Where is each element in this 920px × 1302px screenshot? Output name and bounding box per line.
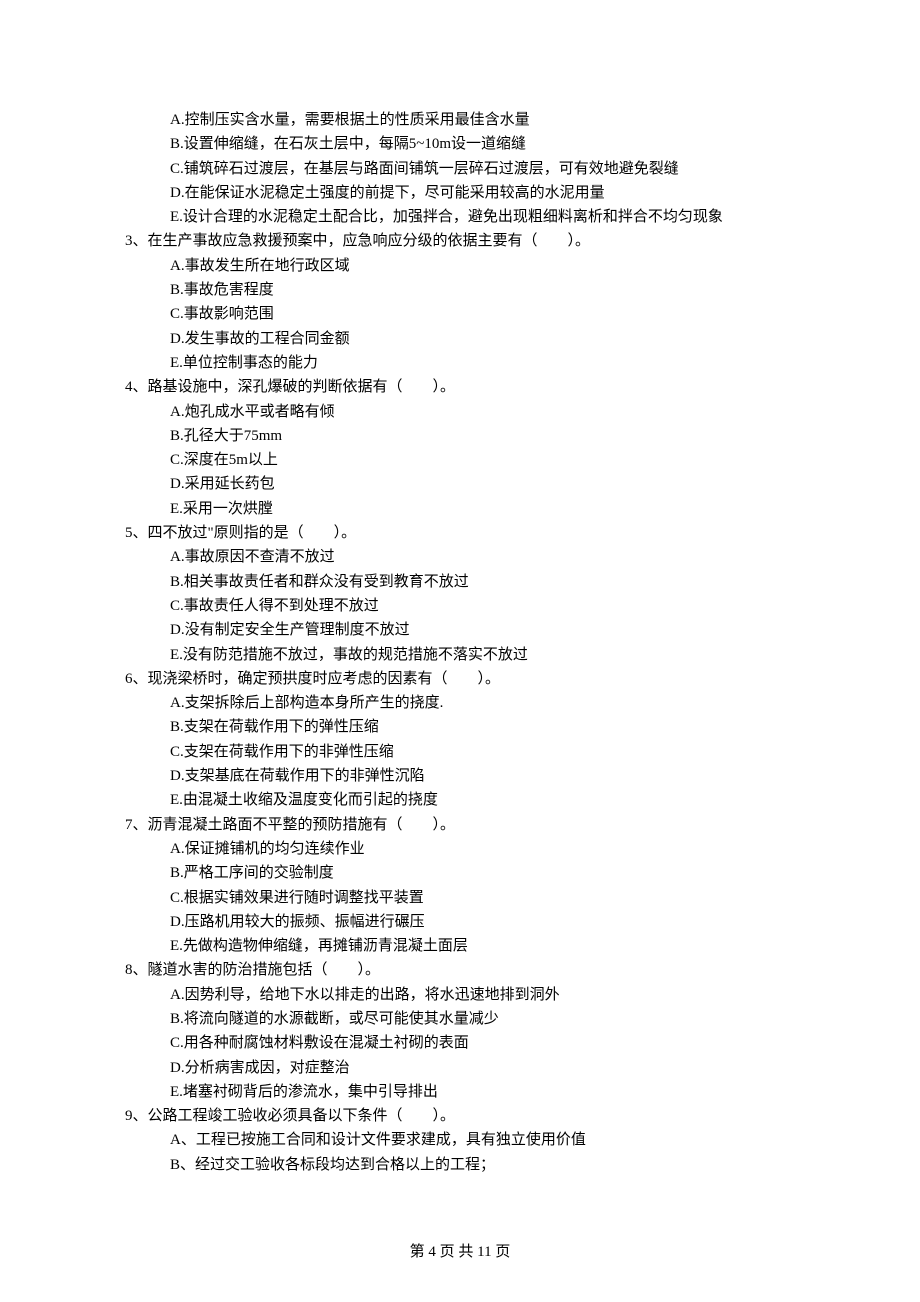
option-item: C.深度在5m以上 — [125, 448, 810, 472]
question-stem: 7、沥青混凝土路面不平整的预防措施有（ ）。 — [125, 813, 810, 837]
question-stem: 6、现浇梁桥时，确定预拱度时应考虑的因素有（ ）。 — [125, 667, 810, 691]
option-item: B、经过交工验收各标段均达到合格以上的工程； — [125, 1153, 810, 1177]
question-stem: 8、隧道水害的防治措施包括（ ）。 — [125, 958, 810, 982]
option-item: D.在能保证水泥稳定土强度的前提下，尽可能采用较高的水泥用量 — [125, 181, 810, 205]
option-item: B.严格工序间的交验制度 — [125, 861, 810, 885]
option-item: E.先做构造物伸缩缝，再摊铺沥青混凝土面层 — [125, 934, 810, 958]
option-item: C.用各种耐腐蚀材料敷设在混凝土衬砌的表面 — [125, 1031, 810, 1055]
question-stem: 3、在生产事故应急救援预案中，应急响应分级的依据主要有（ ）。 — [125, 229, 810, 253]
question-6: 6、现浇梁桥时，确定预拱度时应考虑的因素有（ ）。 A.支架拆除后上部构造本身所… — [125, 667, 810, 813]
question-5: 5、四不放过"原则指的是（ ）。 A.事故原因不查清不放过 B.相关事故责任者和… — [125, 521, 810, 667]
page-content: A.控制压实含水量，需要根据土的性质采用最佳含水量 B.设置伸缩缝，在石灰土层中… — [0, 0, 920, 1302]
option-item: D.压路机用较大的振频、振幅进行碾压 — [125, 910, 810, 934]
question-9: 9、公路工程竣工验收必须具备以下条件（ ）。 A、工程已按施工合同和设计文件要求… — [125, 1104, 810, 1177]
option-item: E.堵塞衬砌背后的渗流水，集中引导排出 — [125, 1080, 810, 1104]
option-item: A、工程已按施工合同和设计文件要求建成，具有独立使用价值 — [125, 1128, 810, 1152]
option-item: A.事故原因不查清不放过 — [125, 545, 810, 569]
question-4: 4、路基设施中，深孔爆破的判断依据有（ ）。 A.炮孔成水平或者略有倾 B.孔径… — [125, 375, 810, 521]
option-item: B.事故危害程度 — [125, 278, 810, 302]
option-item: E.没有防范措施不放过，事故的规范措施不落实不放过 — [125, 643, 810, 667]
option-item: D.支架基底在荷载作用下的非弹性沉陷 — [125, 764, 810, 788]
option-item: B.支架在荷载作用下的弹性压缩 — [125, 715, 810, 739]
page-footer: 第 4 页 共 11 页 — [0, 1240, 920, 1264]
question-8: 8、隧道水害的防治措施包括（ ）。 A.因势利导，给地下水以排走的出路，将水迅速… — [125, 958, 810, 1104]
option-item: C.铺筑碎石过渡层，在基层与路面间铺筑一层碎石过渡层，可有效地避免裂缝 — [125, 157, 810, 181]
option-item: C.支架在荷载作用下的非弹性压缩 — [125, 740, 810, 764]
option-item: A.支架拆除后上部构造本身所产生的挠度. — [125, 691, 810, 715]
question-stem: 9、公路工程竣工验收必须具备以下条件（ ）。 — [125, 1104, 810, 1128]
option-item: D.发生事故的工程合同金额 — [125, 327, 810, 351]
option-item: A.因势利导，给地下水以排走的出路，将水迅速地排到洞外 — [125, 983, 810, 1007]
option-item: E.采用一次烘膛 — [125, 497, 810, 521]
option-item: D.没有制定安全生产管理制度不放过 — [125, 618, 810, 642]
option-item: D.分析病害成因，对症整治 — [125, 1056, 810, 1080]
option-item: B.将流向隧道的水源截断，或尽可能使其水量减少 — [125, 1007, 810, 1031]
option-item: A.事故发生所在地行政区域 — [125, 254, 810, 278]
option-item: E.由混凝土收缩及温度变化而引起的挠度 — [125, 788, 810, 812]
option-item: A.保证摊铺机的均匀连续作业 — [125, 837, 810, 861]
option-item: A.控制压实含水量，需要根据土的性质采用最佳含水量 — [125, 108, 810, 132]
option-item: A.炮孔成水平或者略有倾 — [125, 400, 810, 424]
question-7: 7、沥青混凝土路面不平整的预防措施有（ ）。 A.保证摊铺机的均匀连续作业 B.… — [125, 813, 810, 959]
option-item: B.相关事故责任者和群众没有受到教育不放过 — [125, 570, 810, 594]
option-item: C.根据实铺效果进行随时调整找平装置 — [125, 886, 810, 910]
option-item: E.设计合理的水泥稳定土配合比，加强拌合，避免出现粗细料离析和拌合不均匀现象 — [125, 205, 810, 229]
option-item: E.单位控制事态的能力 — [125, 351, 810, 375]
question-stem: 5、四不放过"原则指的是（ ）。 — [125, 521, 810, 545]
option-item: B.设置伸缩缝，在石灰土层中，每隔5~10m设一道缩缝 — [125, 132, 810, 156]
option-item: D.采用延长药包 — [125, 472, 810, 496]
question-3: 3、在生产事故应急救援预案中，应急响应分级的依据主要有（ ）。 A.事故发生所在… — [125, 229, 810, 375]
option-item: C.事故影响范围 — [125, 302, 810, 326]
question-stem: 4、路基设施中，深孔爆破的判断依据有（ ）。 — [125, 375, 810, 399]
option-item: B.孔径大于75mm — [125, 424, 810, 448]
option-item: C.事故责任人得不到处理不放过 — [125, 594, 810, 618]
previous-question-options: A.控制压实含水量，需要根据土的性质采用最佳含水量 B.设置伸缩缝，在石灰土层中… — [125, 108, 810, 229]
